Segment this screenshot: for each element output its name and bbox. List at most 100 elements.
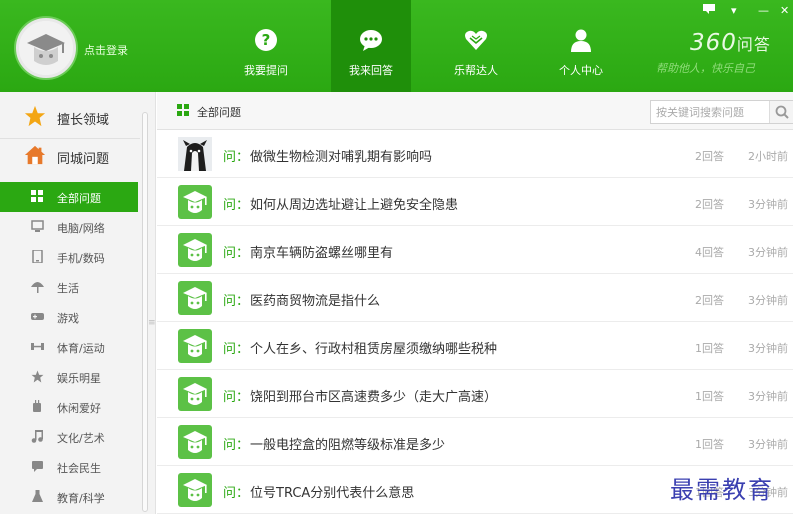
- graduate-avatar-icon[interactable]: [178, 185, 212, 219]
- category-label: 娱乐明星: [57, 372, 101, 385]
- question-prefix: 问：: [223, 246, 250, 261]
- minimize-button[interactable]: —: [758, 4, 769, 17]
- question-title-link[interactable]: 一般电控盒的阻燃等级标准是多少: [250, 434, 445, 453]
- monitor-icon: [31, 220, 44, 233]
- graduate-avatar-icon[interactable]: [178, 425, 212, 459]
- category-games[interactable]: 游戏: [0, 302, 138, 332]
- brand-text: 问答: [736, 35, 771, 54]
- answer-count: 4回答: [695, 246, 724, 259]
- graduate-avatar-icon[interactable]: [178, 281, 212, 315]
- question-title-link[interactable]: 饶阳到邢台市区高速费多少（走大广高速）: [250, 386, 497, 405]
- answer-count: 2回答: [695, 198, 724, 211]
- house-icon: [24, 145, 46, 165]
- question-prefix: 问：: [223, 342, 250, 357]
- star-icon: [31, 370, 44, 383]
- search-button[interactable]: [769, 101, 793, 123]
- question-row[interactable]: 问： 一般电控盒的阻燃等级标准是多少 1回答 3分钟前: [157, 418, 793, 466]
- dumbbell-icon: [31, 340, 44, 353]
- tab-personal-center[interactable]: 个人中心: [541, 0, 621, 92]
- question-prefix: 问：: [223, 486, 250, 501]
- user-avatar-photo[interactable]: [178, 137, 212, 171]
- question-list-panel: 全部问题 问：做微生物检测对哺乳期有影响吗2回答2小时前问：如何从周边选址避让上…: [157, 92, 793, 514]
- category-all[interactable]: 全部问题: [0, 182, 138, 212]
- question-timestamp: 3分钟前: [748, 246, 788, 259]
- grid-icon: [177, 104, 189, 116]
- question-row[interactable]: 问： 医药商贸物流是指什么 2回答 3分钟前: [157, 274, 793, 322]
- user-avatar[interactable]: [16, 18, 76, 78]
- question-prefix: 问：: [223, 150, 250, 165]
- splitter-grip-icon[interactable]: ≡: [148, 319, 156, 332]
- sidebar-item-expertise[interactable]: 擅长领域: [0, 95, 140, 137]
- question-row[interactable]: 问： 南京车辆防盗螺丝哪里有 4回答 3分钟前: [157, 226, 793, 274]
- category-hobbies[interactable]: 休闲爱好: [0, 392, 138, 422]
- graduate-avatar-icon[interactable]: [178, 473, 212, 507]
- login-link[interactable]: 点击登录: [84, 42, 128, 58]
- question-prefix: 问：: [223, 294, 250, 309]
- search-box: [650, 100, 793, 124]
- app-header: 点击登录 ? 我要提问 我来回答 乐帮达人 个人中心 ▾ — ✕ 360问答 帮…: [0, 0, 793, 92]
- question-timestamp: 3分钟前: [748, 390, 788, 403]
- question-timestamp: 3分钟前: [748, 198, 788, 211]
- category-culture[interactable]: 文化/艺术: [0, 422, 138, 452]
- question-title-link[interactable]: 如何从周边选址避让上避免安全隐患: [250, 194, 458, 213]
- question-title-link[interactable]: 医药商贸物流是指什么: [250, 290, 380, 309]
- list-toolbar: 全部问题: [157, 92, 793, 130]
- answer-count: 1回答: [695, 438, 724, 451]
- question-row[interactable]: 问： 如何从周边选址避让上避免安全隐患 2回答 3分钟前: [157, 178, 793, 226]
- scrollbar-thumb[interactable]: [142, 112, 148, 512]
- question-row[interactable]: 问： 做微生物检测对哺乳期有影响吗 2回答 2小时前: [157, 130, 793, 178]
- tab-answer-questions[interactable]: 我来回答: [331, 0, 411, 92]
- question-timestamp: 2小时前: [748, 150, 788, 163]
- question-title-link[interactable]: 个人在乡、行政村租赁房屋须缴纳哪些税种: [250, 338, 497, 357]
- category-entertainment[interactable]: 娱乐明星: [0, 362, 138, 392]
- tab-ask-question[interactable]: ? 我要提问: [226, 0, 306, 92]
- search-input[interactable]: [651, 101, 769, 123]
- tab-label: 乐帮达人: [454, 64, 498, 77]
- category-label: 休闲爱好: [57, 402, 101, 415]
- question-row[interactable]: 问： 个人在乡、行政村租赁房屋须缴纳哪些税种 1回答 3分钟前: [157, 322, 793, 370]
- question-row[interactable]: 问： 饶阳到邢台市区高速费多少（走大广高速） 1回答 3分钟前: [157, 370, 793, 418]
- cup-icon: [31, 400, 44, 413]
- category-label: 手机/数码: [57, 252, 105, 265]
- handshake-heart-icon: [465, 30, 487, 50]
- category-life[interactable]: 生活: [0, 272, 138, 302]
- umbrella-icon: [31, 280, 44, 293]
- category-label: 生活: [57, 282, 79, 295]
- answer-count: 2回答: [695, 294, 724, 307]
- brand-number: 360: [690, 30, 737, 56]
- graduate-avatar-icon[interactable]: [178, 233, 212, 267]
- menu-dropdown-icon[interactable]: ▾: [731, 4, 737, 17]
- close-button[interactable]: ✕: [780, 4, 789, 17]
- tab-helper-experts[interactable]: 乐帮达人: [436, 0, 516, 92]
- watermark-text: 最需教育: [670, 476, 774, 504]
- grid-icon: [31, 190, 44, 203]
- chat-bubble-icon: [360, 30, 382, 51]
- star-icon: [24, 105, 46, 127]
- answer-count: 1回答: [695, 390, 724, 403]
- category-education[interactable]: 教育/科学: [0, 482, 138, 512]
- graduate-avatar-icon[interactable]: [178, 377, 212, 411]
- person-icon: [571, 29, 591, 52]
- category-phone[interactable]: 手机/数码: [0, 242, 138, 272]
- phone-icon: [31, 249, 44, 264]
- sidebar: 擅长领域 同城问题 全部问题 电脑/网络 手机/数码 生活 游戏 体育/运动 娱…: [0, 92, 156, 514]
- question-timestamp: 3分钟前: [748, 294, 788, 307]
- category-computer[interactable]: 电脑/网络: [0, 212, 138, 242]
- sidebar-item-label: 同城问题: [57, 152, 110, 167]
- brand-logo: 360问答: [690, 30, 771, 56]
- category-label: 教育/科学: [57, 492, 105, 505]
- graduate-avatar-icon[interactable]: [178, 329, 212, 363]
- svg-text:?: ?: [262, 31, 271, 49]
- category-society[interactable]: 社会民生: [0, 452, 138, 482]
- category-label: 电脑/网络: [57, 222, 105, 235]
- category-label: 文化/艺术: [57, 432, 105, 445]
- question-title-link[interactable]: 南京车辆防盗螺丝哪里有: [250, 242, 393, 261]
- sidebar-item-local[interactable]: 同城问题: [0, 134, 140, 176]
- sidebar-item-label: 擅长领域: [57, 113, 110, 128]
- brand-slogan: 帮助他人，快乐自己: [656, 62, 755, 75]
- feedback-icon[interactable]: [703, 4, 715, 17]
- question-title-link[interactable]: 位号TRCA分别代表什么意思: [250, 482, 414, 501]
- sidebar-scrollbar[interactable]: [140, 98, 150, 512]
- category-sports[interactable]: 体育/运动: [0, 332, 138, 362]
- question-title-link[interactable]: 做微生物检测对哺乳期有影响吗: [250, 146, 432, 165]
